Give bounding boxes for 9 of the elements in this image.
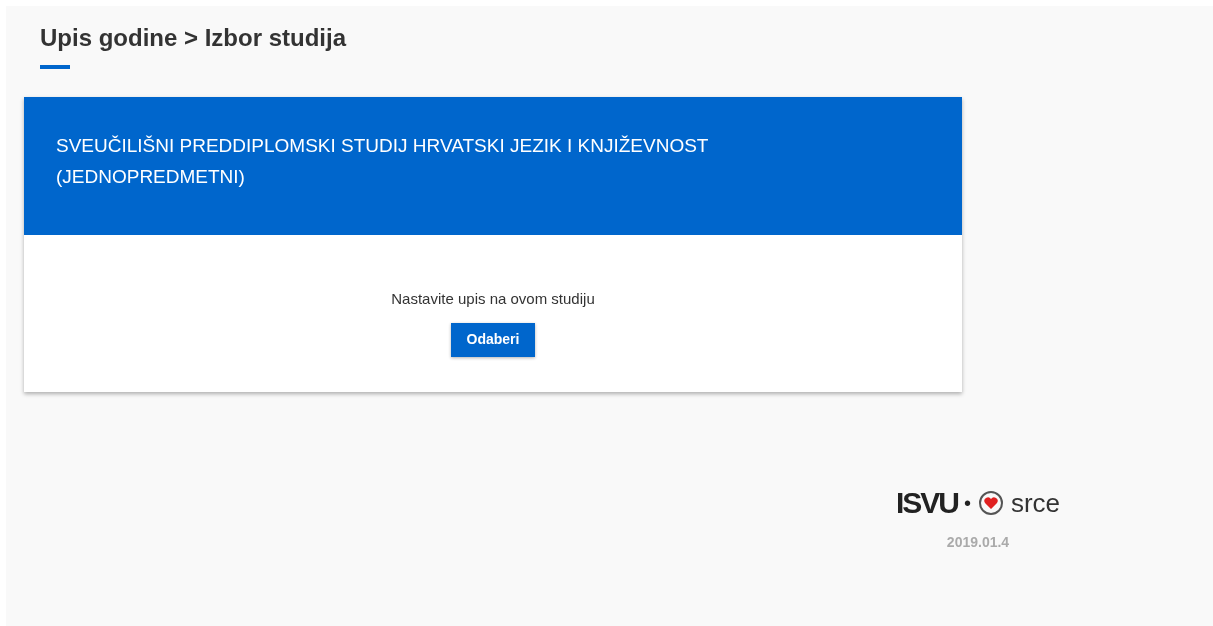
version-text: 2019.01.4 bbox=[946, 532, 1010, 552]
isvu-logo: ISVU bbox=[895, 487, 958, 518]
prompt-text: Nastavite upis na ovom studiju bbox=[391, 289, 595, 309]
separator: • bbox=[963, 492, 971, 513]
study-title: SVEUČILIŠNI PREDDIPLOMSKI STUDIJ HRVATSKI JEZIK I KNJIŽEVNOST (JEDNOPREDMETNI) bbox=[56, 134, 710, 189]
select-button[interactable]: Odaberi bbox=[450, 322, 536, 357]
title-underline bbox=[40, 65, 70, 69]
srce-logo: srce bbox=[1010, 489, 1061, 516]
page-title: Upis godine > Izbor studija bbox=[40, 24, 347, 52]
